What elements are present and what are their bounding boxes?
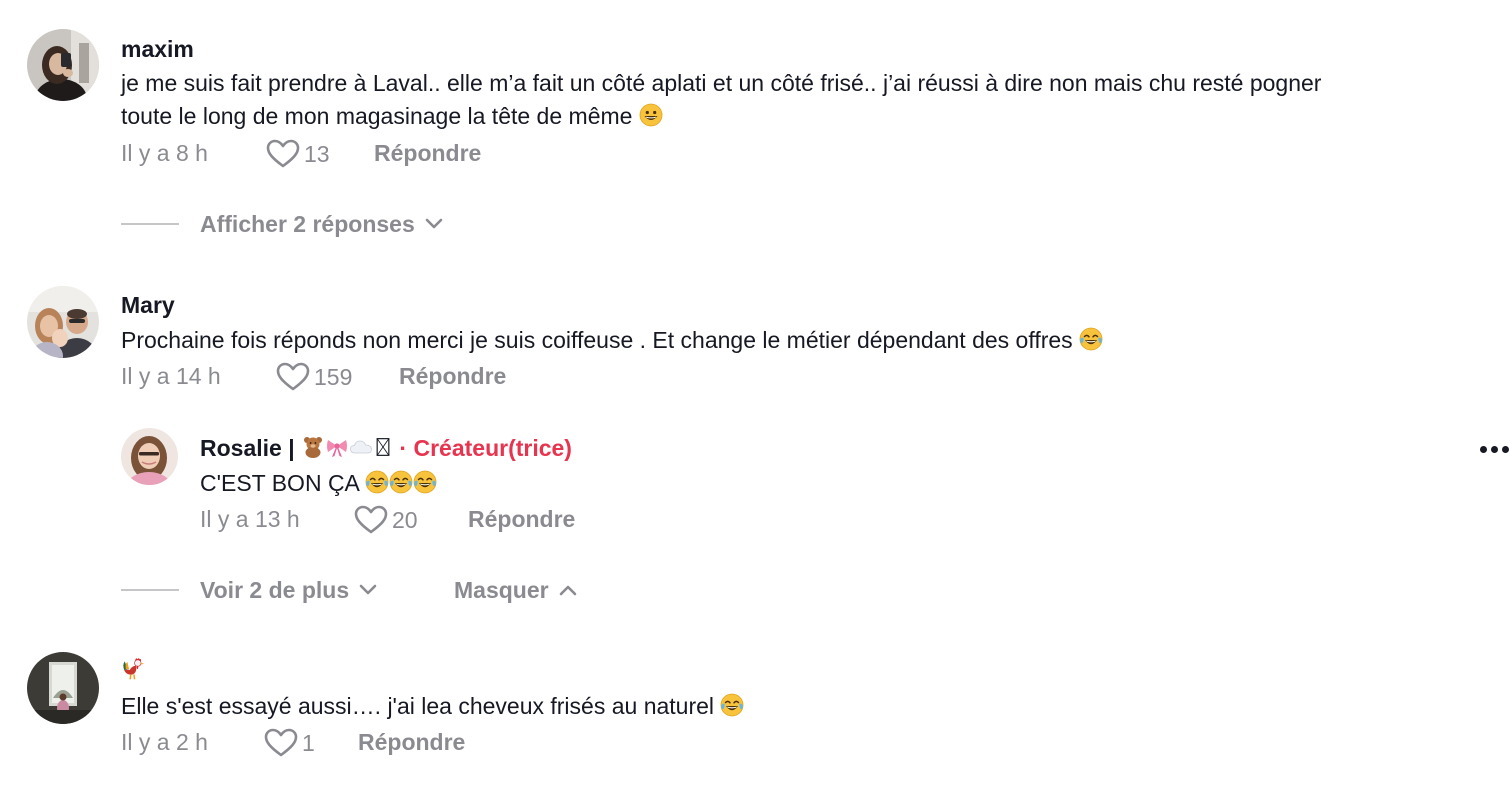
hide-replies-button[interactable]: Masquer bbox=[454, 576, 577, 604]
avatar[interactable] bbox=[27, 286, 99, 358]
comment-username[interactable]: maxim bbox=[121, 35, 194, 63]
like-button[interactable]: 159 bbox=[276, 362, 352, 392]
like-button[interactable]: 20 bbox=[354, 505, 418, 535]
view-more-replies-button[interactable]: Voir 2 de plus bbox=[200, 576, 377, 604]
reply-time: Il y a 13 h bbox=[200, 506, 300, 532]
show-replies-button[interactable]: Afficher 2 réponses bbox=[200, 210, 443, 238]
reply-username-text: Rosalie | bbox=[200, 435, 295, 461]
face-with-tears-of-joy-icon bbox=[413, 470, 437, 494]
reply-text-line: C'EST BON ÇA bbox=[200, 470, 359, 496]
show-replies-label: Afficher 2 réponses bbox=[200, 211, 415, 237]
comment-time: Il y a 14 h bbox=[121, 363, 221, 389]
heart-icon bbox=[276, 362, 310, 392]
hide-replies-label: Masquer bbox=[454, 577, 549, 603]
face-with-tears-of-joy-icon bbox=[1079, 327, 1103, 351]
like-button[interactable]: 13 bbox=[266, 139, 330, 169]
face-with-tears-of-joy-icon bbox=[720, 693, 744, 717]
comment-text-line: Elle s'est essayé aussi…. j'ai lea cheve… bbox=[121, 693, 715, 719]
rooster-icon bbox=[121, 656, 147, 682]
avatar[interactable] bbox=[27, 652, 99, 724]
comment-text: Elle s'est essayé aussi…. j'ai lea cheve… bbox=[121, 689, 744, 723]
chevron-down-icon bbox=[359, 584, 377, 596]
reply-button[interactable]: Répondre bbox=[374, 139, 481, 167]
comment-text: je me suis fait prendre à Laval.. elle m… bbox=[121, 66, 1321, 100]
face-with-tears-of-joy-icon bbox=[389, 470, 413, 494]
comment-text-line: toute le long de mon magasinage la tête … bbox=[121, 103, 633, 129]
dot bbox=[1502, 446, 1509, 453]
dot bbox=[1480, 446, 1487, 453]
reply-button[interactable]: Répondre bbox=[399, 362, 506, 390]
reply-button[interactable]: Répondre bbox=[468, 505, 575, 533]
chevron-up-icon bbox=[559, 584, 577, 596]
avatar[interactable] bbox=[27, 29, 99, 101]
creator-badge: · Créateur(trice) bbox=[399, 435, 572, 461]
like-count: 1 bbox=[302, 730, 315, 756]
reply-text: C'EST BON ÇA bbox=[200, 466, 437, 500]
like-count: 13 bbox=[304, 141, 330, 167]
like-count: 159 bbox=[314, 364, 353, 390]
comment-time: Il y a 2 h bbox=[121, 729, 208, 755]
reply-button[interactable]: Répondre bbox=[358, 728, 465, 756]
comment-text: toute le long de mon magasinage la tête … bbox=[121, 99, 663, 133]
cloud-icon bbox=[349, 435, 373, 459]
view-more-label: Voir 2 de plus bbox=[200, 577, 350, 603]
like-count: 20 bbox=[392, 507, 418, 533]
ribbon-icon bbox=[325, 435, 349, 459]
comment-time: Il y a 8 h bbox=[121, 140, 208, 166]
comment-username[interactable]: Mary bbox=[121, 291, 175, 319]
grinning-face-icon bbox=[639, 103, 663, 127]
dot bbox=[1491, 446, 1498, 453]
heart-icon bbox=[266, 139, 300, 169]
comment-username[interactable] bbox=[121, 656, 147, 682]
comment-text-line: Prochaine fois réponds non merci je suis… bbox=[121, 327, 1073, 353]
comment-text-line: je me suis fait prendre à Laval.. elle m… bbox=[121, 70, 1322, 96]
reply-username[interactable]: Rosalie | · Créateur(trice) bbox=[200, 434, 572, 462]
heart-icon bbox=[354, 505, 388, 535]
thread-divider bbox=[121, 223, 179, 225]
avatar[interactable] bbox=[121, 428, 178, 485]
comment-text: Prochaine fois réponds non merci je suis… bbox=[121, 323, 1103, 357]
teddy-bear-icon bbox=[301, 435, 325, 459]
missing-glyph-icon bbox=[373, 435, 393, 459]
heart-icon bbox=[264, 728, 298, 758]
chevron-down-icon bbox=[425, 218, 443, 230]
face-with-tears-of-joy-icon bbox=[365, 470, 389, 494]
like-button[interactable]: 1 bbox=[264, 728, 315, 758]
thread-divider bbox=[121, 589, 179, 591]
more-options-button[interactable] bbox=[1480, 446, 1509, 453]
